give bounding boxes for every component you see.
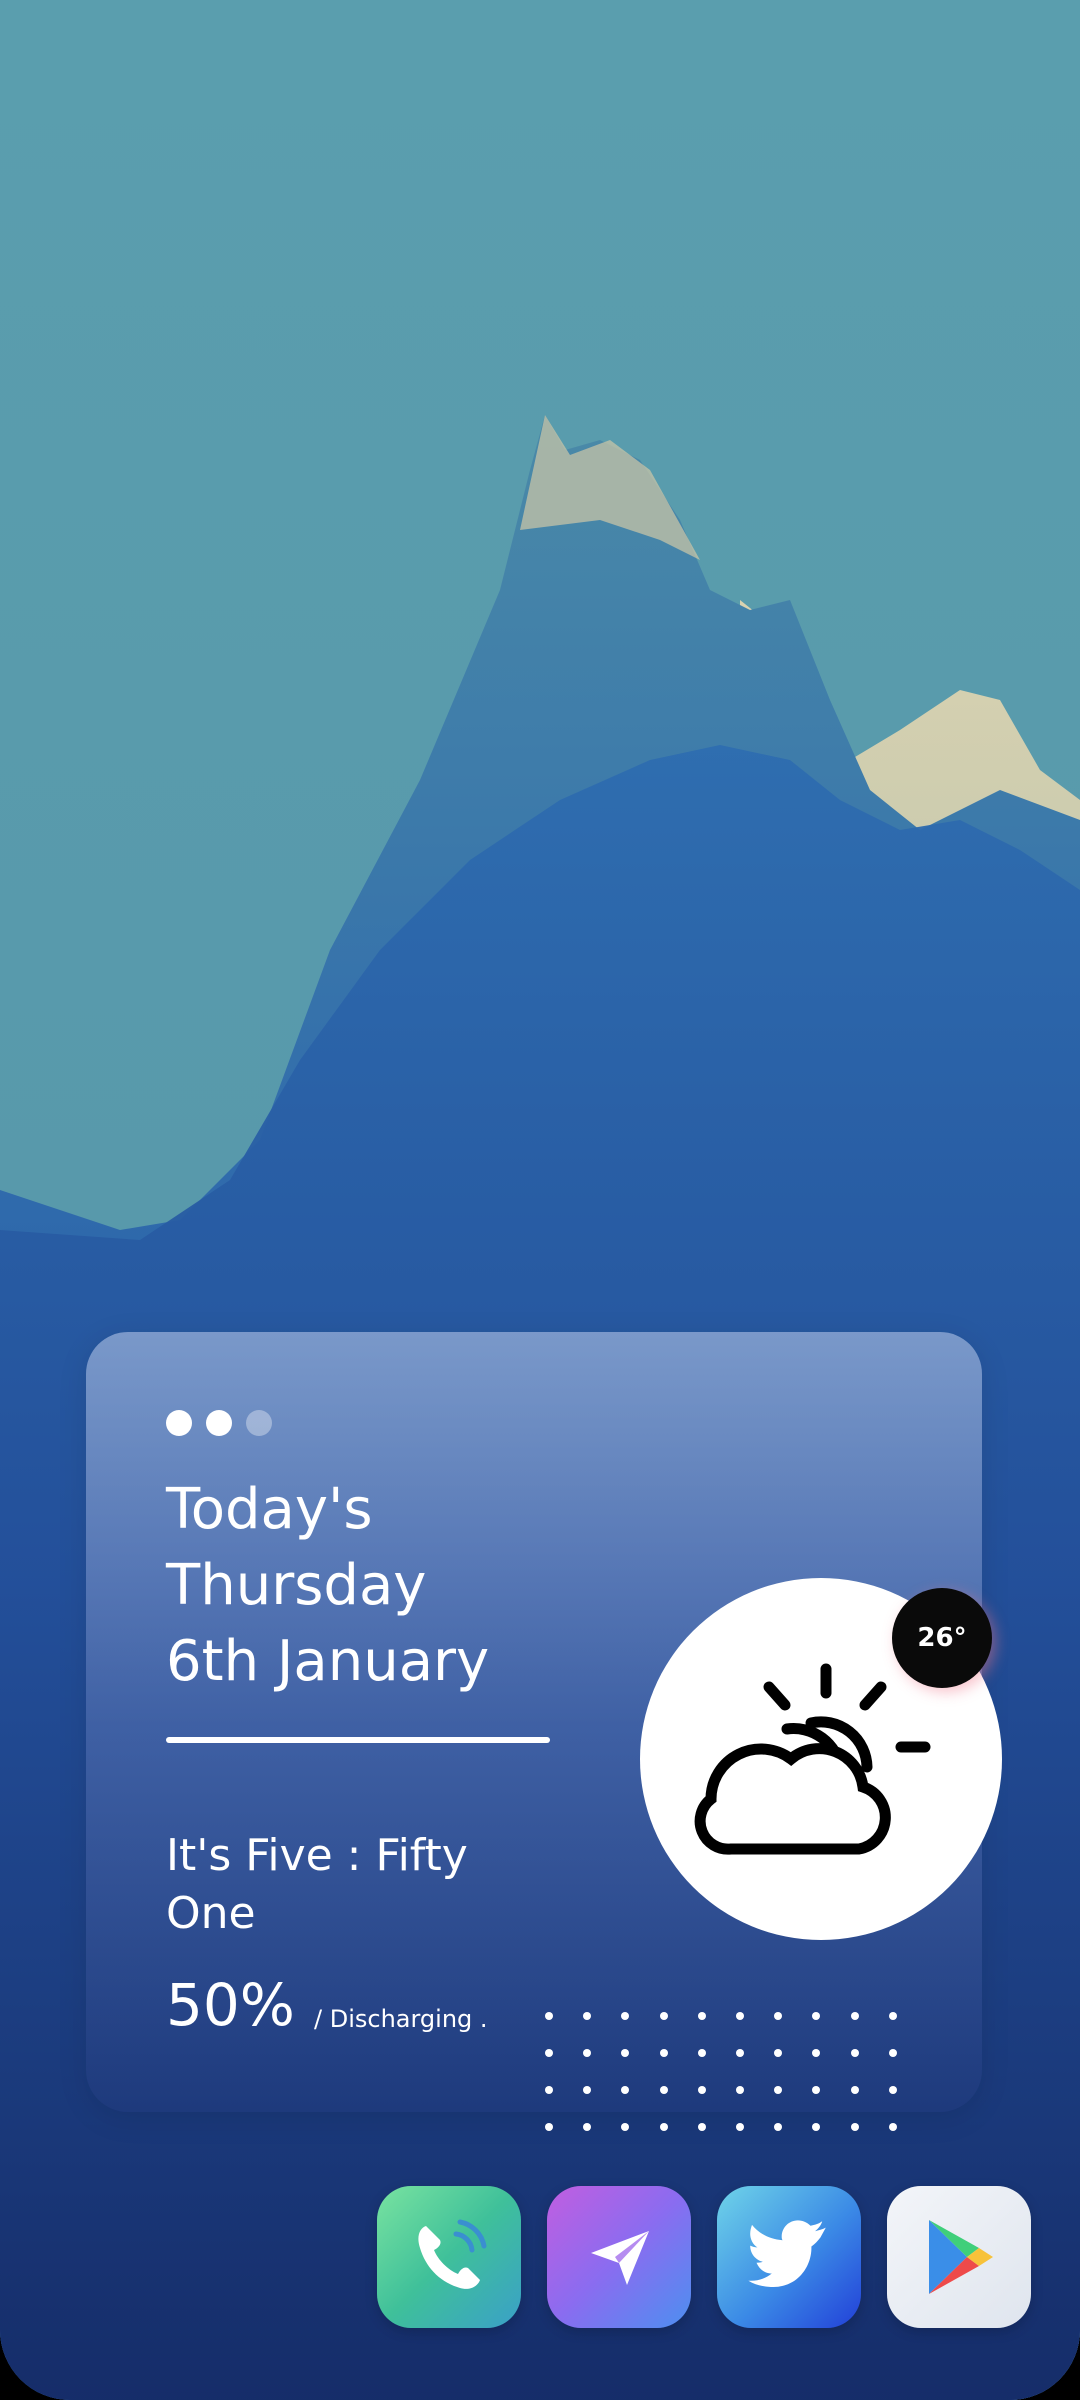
grid-dot — [545, 2086, 553, 2094]
grid-dot — [545, 2049, 553, 2057]
divider-line — [166, 1737, 550, 1743]
grid-dot — [583, 2012, 592, 2020]
grid-dot — [697, 2012, 706, 2020]
grid-dot — [621, 2012, 630, 2020]
grid-dot — [850, 2049, 859, 2057]
grid-dot — [812, 2049, 821, 2057]
page-dot-1[interactable] — [166, 1410, 192, 1436]
grid-dot — [659, 2086, 668, 2094]
grid-dot — [774, 2012, 783, 2020]
grid-dot — [697, 2049, 706, 2057]
grid-dot — [545, 2123, 553, 2131]
grid-dot — [621, 2123, 630, 2131]
battery-percent: 50% — [166, 1971, 295, 2039]
home-screen: Today's Thursday 6th January It's Five :… — [0, 0, 1080, 2400]
partly-cloudy-icon — [694, 1663, 931, 1855]
grid-dot — [888, 2086, 897, 2094]
date-heading-line-2: Thursday — [166, 1553, 427, 1618]
grid-dot — [888, 2049, 897, 2057]
grid-dot — [774, 2086, 783, 2094]
grid-dot — [621, 2049, 630, 2057]
grid-dot — [697, 2123, 706, 2131]
decorative-dot-grid — [545, 2012, 905, 2142]
temperature-badge: 26° — [892, 1588, 992, 1688]
grid-dot — [735, 2049, 744, 2057]
grid-dot — [774, 2049, 783, 2057]
page-dot-2[interactable] — [206, 1410, 232, 1436]
grid-dot — [583, 2086, 592, 2094]
grid-dot — [735, 2086, 744, 2094]
grid-dot — [621, 2086, 630, 2094]
grid-dot — [888, 2012, 897, 2020]
grid-dot — [583, 2049, 592, 2057]
grid-dot — [850, 2086, 859, 2094]
grid-dot — [659, 2049, 668, 2057]
grid-dot — [850, 2123, 859, 2131]
phone-app-icon[interactable] — [377, 2186, 521, 2328]
paper-plane-icon — [591, 2231, 649, 2285]
date-heading-line-1: Today's — [166, 1477, 373, 1542]
page-indicator[interactable] — [166, 1410, 272, 1436]
grid-dot — [888, 2123, 897, 2131]
grid-dot — [697, 2086, 706, 2094]
grid-dot — [812, 2086, 821, 2094]
grid-dot — [659, 2012, 668, 2020]
grid-dot — [812, 2123, 821, 2131]
twitter-app-icon[interactable] — [717, 2186, 861, 2328]
grid-dot — [735, 2012, 744, 2020]
time-text-line-2: One — [166, 1888, 256, 1939]
battery-status: / Discharging . — [314, 2005, 488, 2033]
grid-dot — [850, 2012, 859, 2020]
grid-dot — [735, 2123, 744, 2131]
grid-dot — [583, 2123, 592, 2131]
play-store-app-icon[interactable] — [887, 2186, 1031, 2328]
bird-icon — [748, 2220, 826, 2287]
page-dot-3[interactable] — [246, 1410, 272, 1436]
grid-dot — [812, 2012, 821, 2020]
date-heading-line-3: 6th January — [166, 1629, 490, 1694]
grid-dot — [659, 2123, 668, 2131]
grid-dot — [774, 2123, 783, 2131]
play-store-icon — [929, 2220, 993, 2294]
time-text-line-1: It's Five : Fifty — [166, 1830, 468, 1881]
grid-dot — [545, 2012, 553, 2020]
telegram-app-icon[interactable] — [547, 2186, 691, 2328]
phone-icon — [418, 2219, 487, 2289]
